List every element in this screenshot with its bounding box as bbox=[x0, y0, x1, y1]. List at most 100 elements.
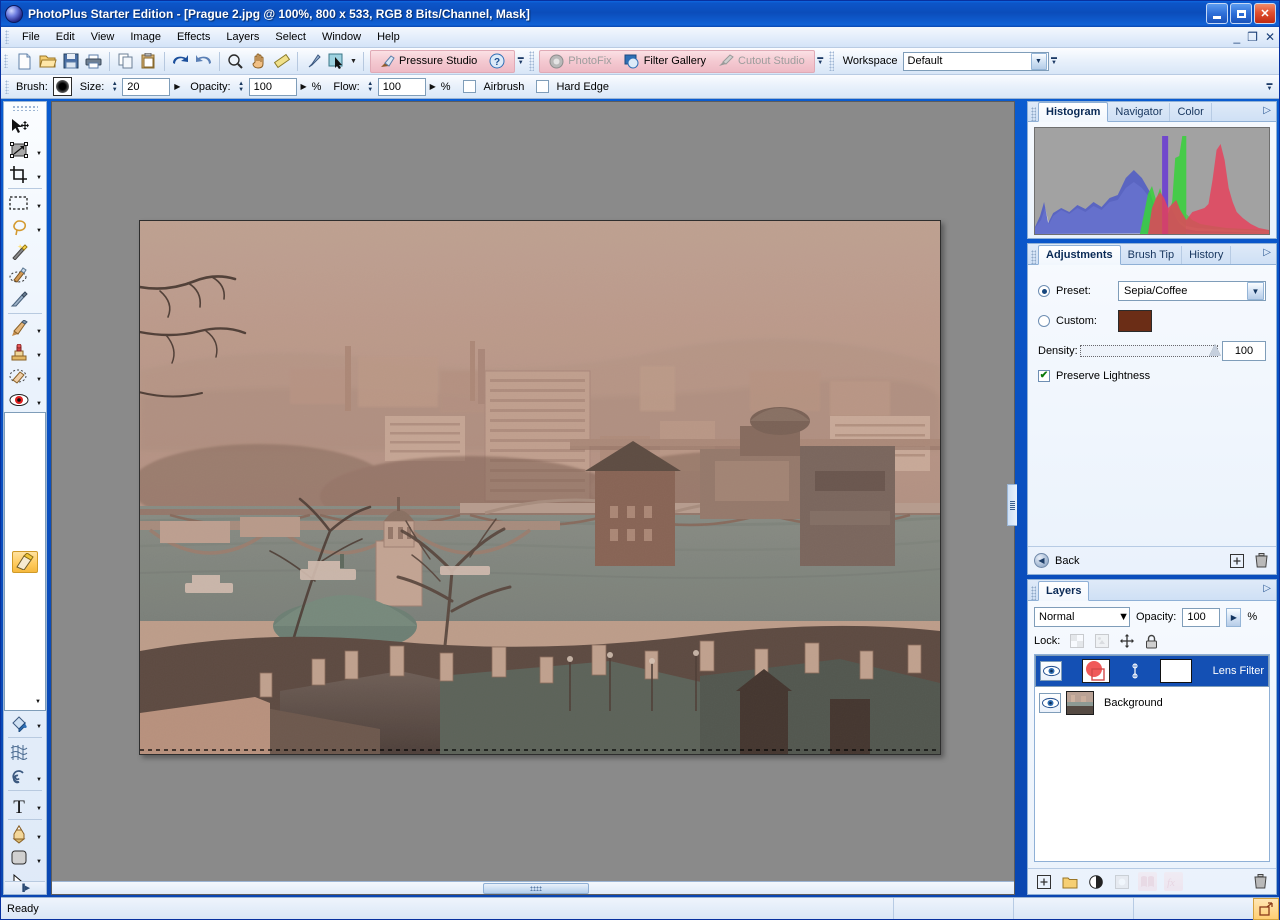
density-slider-thumb[interactable] bbox=[1209, 344, 1221, 356]
add-adjustment-layer-icon[interactable] bbox=[1086, 872, 1105, 891]
clone-flyout-arrow-icon[interactable]: ▼ bbox=[36, 353, 42, 359]
chevron-down-icon[interactable]: ▼ bbox=[1247, 282, 1264, 300]
image-canvas[interactable] bbox=[139, 220, 941, 755]
toolbar-overflow-button[interactable]: ▬ ▼ bbox=[515, 50, 526, 73]
layer-mask-thumb[interactable] bbox=[1160, 659, 1193, 683]
redo-icon[interactable] bbox=[192, 50, 215, 73]
adjustments-panel-gripper[interactable] bbox=[1031, 250, 1036, 264]
opacity-input[interactable]: 100 bbox=[248, 77, 297, 96]
add-layer-icon[interactable] bbox=[1034, 872, 1053, 891]
layer-list[interactable]: Lens Filter Background bbox=[1034, 654, 1270, 862]
brush-tip-swatch[interactable] bbox=[52, 77, 72, 96]
delete-adjustment-icon[interactable] bbox=[1252, 552, 1270, 570]
smudge-tool[interactable]: ▼ bbox=[4, 764, 46, 788]
airbrush-checkbox[interactable] bbox=[463, 80, 477, 93]
tab-history[interactable]: History bbox=[1182, 246, 1232, 264]
lock-transparency-icon[interactable] bbox=[1068, 633, 1085, 649]
workspace-toolbar-gripper[interactable] bbox=[828, 51, 834, 71]
tab-color[interactable]: Color bbox=[1170, 103, 1212, 121]
back-arrow-icon[interactable]: ◀ bbox=[1034, 553, 1049, 568]
magic-wand-tool[interactable] bbox=[4, 239, 46, 263]
retouch-tool[interactable]: ▼ bbox=[4, 364, 46, 388]
hard-edge-checkbox[interactable] bbox=[536, 80, 550, 93]
blend-mode-select[interactable]: Normal ▼ bbox=[1034, 607, 1130, 627]
document-restore-icon[interactable]: ❐ bbox=[1247, 31, 1258, 43]
text-tool[interactable]: T ▼ bbox=[4, 793, 46, 817]
deform-tool[interactable]: ▼ bbox=[4, 138, 46, 162]
flow-stepper[interactable]: ▲ ▼ bbox=[365, 78, 376, 95]
lens-filter-thumb[interactable] bbox=[1082, 659, 1111, 683]
lasso-flyout-arrow-icon[interactable]: ▼ bbox=[36, 228, 42, 234]
add-layer-group-icon[interactable] bbox=[1060, 872, 1079, 891]
menu-effects[interactable]: Effects bbox=[169, 29, 218, 45]
color-picker-tool[interactable] bbox=[4, 287, 46, 311]
chevron-down-icon[interactable]: ▼ bbox=[1118, 611, 1129, 623]
document-canvas-area[interactable] bbox=[51, 101, 1015, 895]
layers-panel-gripper[interactable] bbox=[1031, 586, 1036, 600]
smudge-flyout-arrow-icon[interactable]: ▼ bbox=[36, 777, 42, 783]
lock-position-icon[interactable] bbox=[1118, 633, 1135, 649]
shape-flyout-arrow-icon[interactable]: ▼ bbox=[36, 859, 42, 865]
red-eye-flyout-arrow-icon[interactable]: ▼ bbox=[36, 401, 42, 407]
paintbrush-tool[interactable]: ▼ bbox=[4, 316, 46, 340]
histogram-panel-gripper[interactable] bbox=[1031, 107, 1036, 121]
tab-brush-tip[interactable]: Brush Tip bbox=[1121, 246, 1183, 264]
size-popup-icon[interactable]: ▶ bbox=[170, 78, 184, 96]
eye-icon[interactable] bbox=[1039, 693, 1061, 713]
selection-brush-tool[interactable] bbox=[4, 263, 46, 287]
options-gripper[interactable] bbox=[5, 79, 9, 94]
new-icon[interactable] bbox=[13, 50, 36, 73]
menu-edit[interactable]: Edit bbox=[48, 29, 83, 45]
panel-menu-arrow-icon[interactable]: ▷ bbox=[1263, 583, 1271, 594]
maximize-button[interactable] bbox=[1230, 3, 1252, 24]
undo-icon[interactable] bbox=[169, 50, 192, 73]
crop-tool[interactable]: ▼ bbox=[4, 162, 46, 186]
table-row[interactable]: Lens Filter bbox=[1035, 655, 1269, 687]
eraser-tool[interactable]: ▼ bbox=[4, 412, 46, 711]
prague-photo-thumb[interactable] bbox=[1066, 691, 1094, 715]
density-slider-track[interactable] bbox=[1079, 344, 1221, 357]
minimize-button[interactable] bbox=[1206, 3, 1228, 24]
pointer-select-icon[interactable] bbox=[325, 50, 348, 73]
panel-menu-arrow-icon[interactable]: ▷ bbox=[1263, 105, 1271, 116]
node-edit-icon[interactable] bbox=[302, 50, 325, 73]
text-flyout-arrow-icon[interactable]: ▼ bbox=[36, 806, 42, 812]
tool-flyout-arrow-icon[interactable]: ▼ bbox=[348, 50, 359, 73]
horizontal-scroll-thumb[interactable] bbox=[483, 883, 589, 894]
zoom-icon[interactable] bbox=[224, 50, 247, 73]
open-icon[interactable] bbox=[36, 50, 59, 73]
custom-radio[interactable] bbox=[1038, 315, 1050, 327]
add-mask-icon[interactable] bbox=[1112, 872, 1131, 891]
document-close-icon[interactable]: ✕ bbox=[1265, 31, 1275, 43]
layer-opacity-input[interactable]: 100 bbox=[1182, 607, 1221, 627]
density-value[interactable]: 100 bbox=[1222, 341, 1266, 361]
opacity-stepper[interactable]: ▲ ▼ bbox=[236, 78, 247, 95]
measure-icon[interactable] bbox=[270, 50, 293, 73]
filter-gallery-button[interactable]: Filter Gallery bbox=[618, 51, 712, 72]
close-button[interactable]: ✕ bbox=[1254, 3, 1276, 24]
studio-overflow-button[interactable]: ▬ ▼ bbox=[815, 50, 826, 73]
workspace-combo[interactable]: Default ▼ bbox=[902, 51, 1049, 71]
toolpalette-expand-button[interactable]: ▐▶ bbox=[5, 881, 45, 893]
tab-histogram[interactable]: Histogram bbox=[1038, 102, 1109, 122]
flow-input[interactable]: 100 bbox=[377, 77, 426, 96]
menu-layers[interactable]: Layers bbox=[218, 29, 267, 45]
rect-select-flyout-arrow-icon[interactable]: ▼ bbox=[36, 204, 42, 210]
preset-radio[interactable] bbox=[1038, 285, 1050, 297]
opacity-popup-icon[interactable]: ▶ bbox=[297, 78, 311, 96]
deform-flyout-arrow-icon[interactable]: ▼ bbox=[36, 151, 42, 157]
eye-icon[interactable] bbox=[1040, 661, 1062, 681]
workspace-overflow-button[interactable]: ▬ ▼ bbox=[1049, 50, 1060, 73]
crop-flyout-arrow-icon[interactable]: ▼ bbox=[36, 175, 42, 181]
tab-layers[interactable]: Layers bbox=[1038, 581, 1090, 601]
menu-select[interactable]: Select bbox=[267, 29, 314, 45]
table-row[interactable]: Background bbox=[1035, 687, 1269, 719]
flood-fill-flyout-arrow-icon[interactable]: ▼ bbox=[36, 724, 42, 730]
toolpalette-gripper[interactable] bbox=[12, 105, 38, 111]
retouch-flyout-arrow-icon[interactable]: ▼ bbox=[36, 377, 42, 383]
preset-select[interactable]: Sepia/Coffee ▼ bbox=[1118, 281, 1266, 301]
menubar-gripper[interactable] bbox=[5, 30, 9, 44]
menu-view[interactable]: View bbox=[83, 29, 123, 45]
paste-icon[interactable] bbox=[137, 50, 160, 73]
dock-collapse-handle[interactable] bbox=[1007, 484, 1017, 526]
